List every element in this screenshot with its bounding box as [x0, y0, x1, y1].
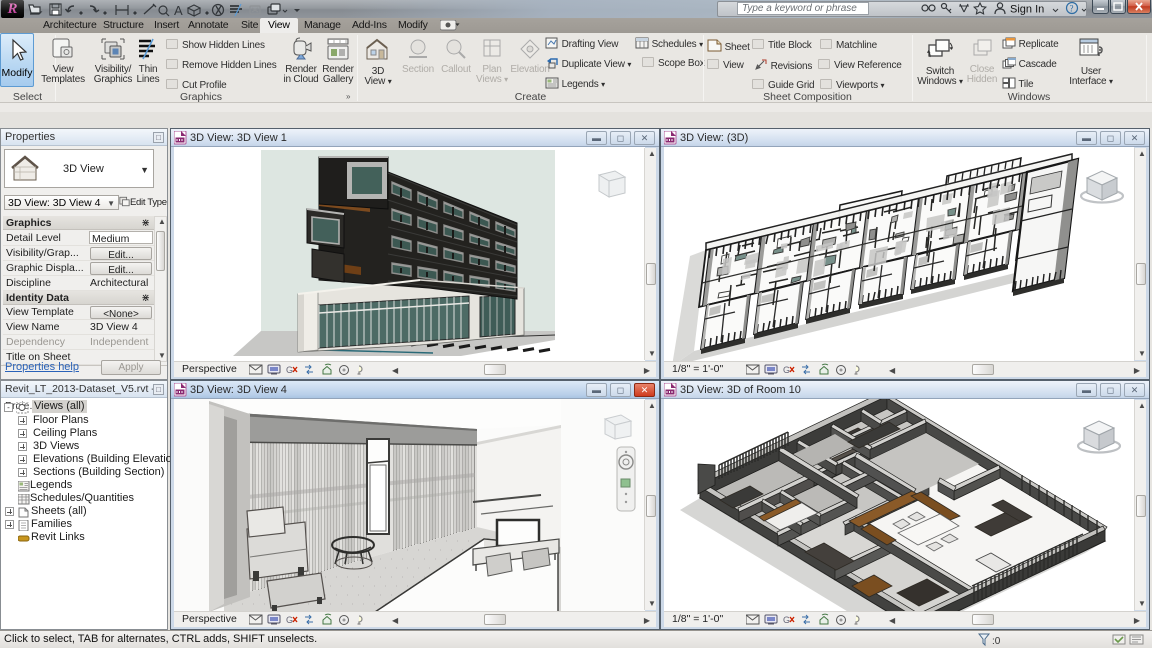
- svg-text:G: G: [783, 615, 790, 625]
- svg-text:Sign In: Sign In: [1010, 4, 1044, 16]
- svg-text:G: G: [783, 365, 790, 375]
- svg-text:?: ?: [1070, 4, 1074, 14]
- svg-text:G: G: [286, 365, 293, 375]
- svg-text::0: :0: [992, 636, 1001, 647]
- svg-text:A: A: [174, 3, 183, 17]
- svg-text:G: G: [286, 615, 293, 625]
